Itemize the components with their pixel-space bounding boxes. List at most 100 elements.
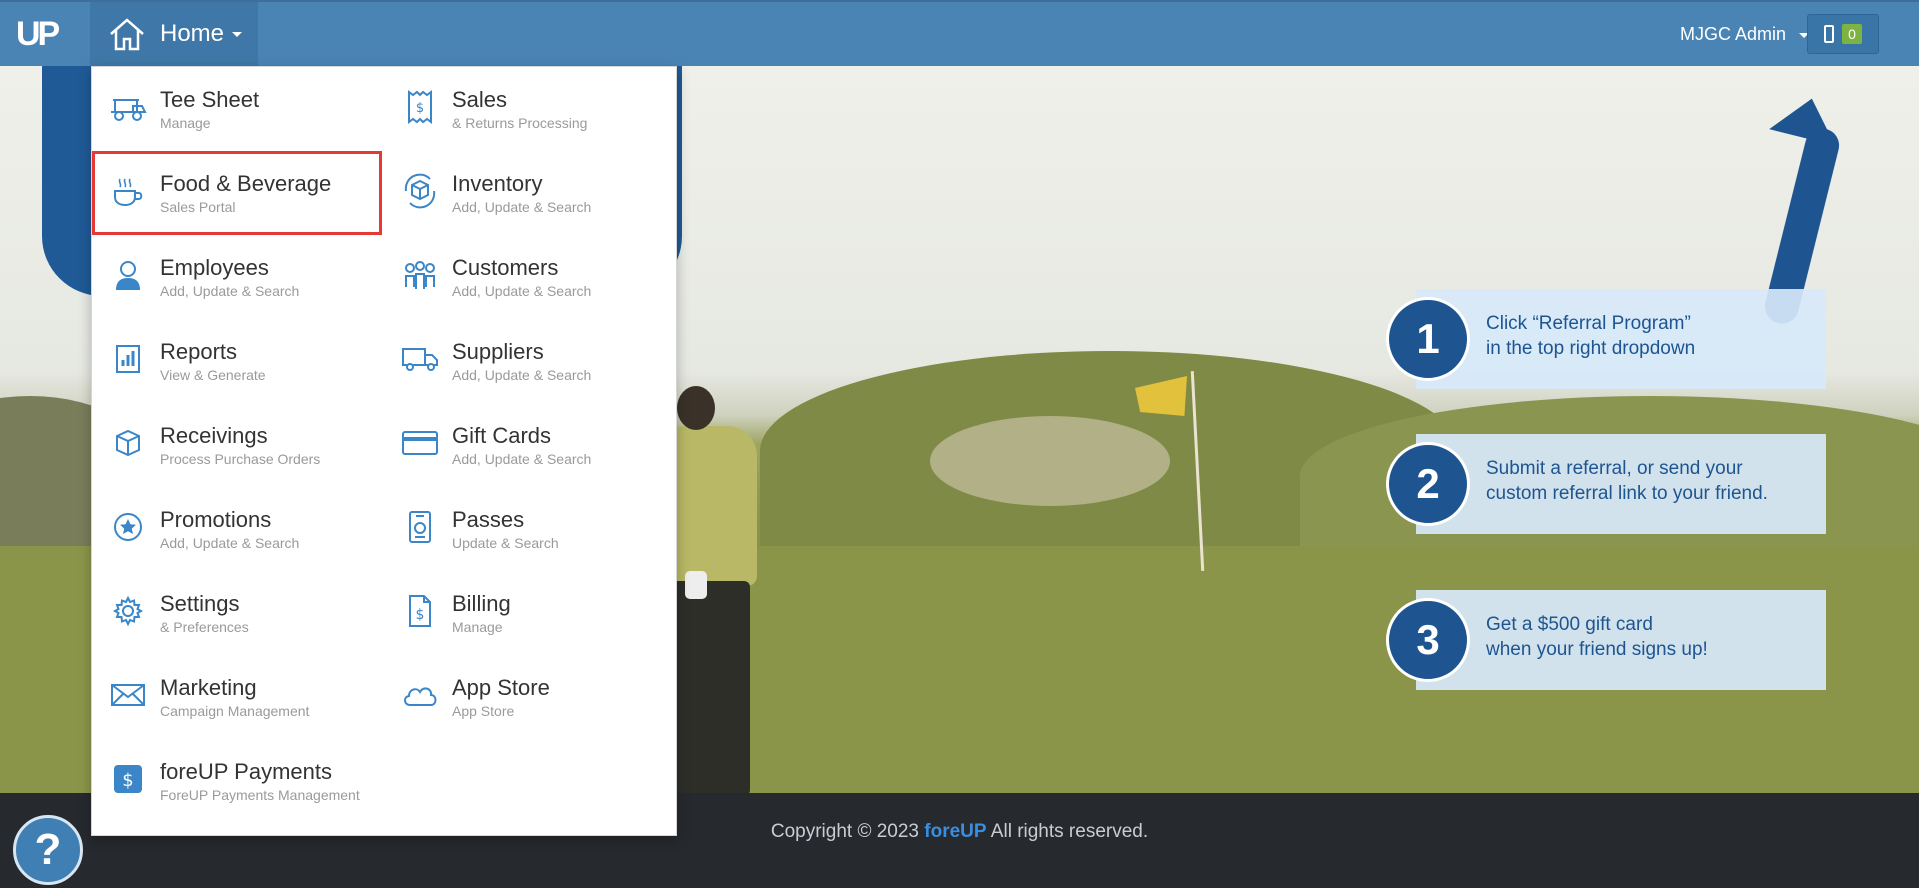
notifications-button[interactable]: 0 bbox=[1807, 14, 1879, 54]
invoice-dollar-icon: $ bbox=[400, 591, 440, 631]
menu-item-employees[interactable]: Employees Add, Update & Search bbox=[92, 235, 382, 319]
copyright-prefix: Copyright © 2023 bbox=[770, 821, 919, 842]
receipt-dollar-icon: $ bbox=[400, 87, 440, 127]
user-menu-button[interactable]: MJGC Admin bbox=[1680, 24, 1809, 45]
credit-card-icon bbox=[400, 423, 440, 463]
menu-item-title: Receivings bbox=[160, 423, 268, 448]
menu-item-title: Passes bbox=[452, 507, 525, 532]
house-icon bbox=[108, 17, 146, 51]
menu-item-sales[interactable]: $ Sales & Returns Processing bbox=[384, 67, 674, 151]
step-line-1: Get a $500 gift card bbox=[1486, 614, 1653, 635]
notification-count-badge: 0 bbox=[1842, 24, 1862, 44]
referral-step-1: 1 Click “Referral Program” in the top rig… bbox=[1386, 289, 1826, 389]
menu-item-food-beverage[interactable]: Food & Beverage Sales Portal bbox=[92, 151, 382, 235]
menu-item-subtitle: Add, Update & Search bbox=[452, 367, 592, 383]
golfer-figure bbox=[665, 386, 775, 793]
mobile-phone-icon bbox=[1824, 25, 1835, 43]
menu-item-title: Employees bbox=[160, 255, 269, 280]
menu-item-title: Marketing bbox=[160, 675, 257, 700]
menu-item-title: Gift Cards bbox=[452, 423, 552, 448]
svg-text:$: $ bbox=[122, 770, 133, 791]
menu-item-subtitle: View & Generate bbox=[160, 367, 266, 383]
step-number: 1 bbox=[1386, 297, 1470, 381]
golf-cart-icon bbox=[108, 87, 148, 127]
pass-id-icon bbox=[400, 507, 440, 547]
chevron-down-icon bbox=[232, 31, 243, 37]
menu-item-subtitle: ForeUP Payments Management bbox=[160, 787, 360, 803]
step-line-1: Click “Referral Program” bbox=[1486, 313, 1691, 334]
report-chart-icon bbox=[108, 339, 148, 379]
cloud-icon bbox=[400, 675, 440, 715]
menu-item-marketing[interactable]: Marketing Campaign Management bbox=[92, 655, 382, 739]
menu-item-receivings[interactable]: Receivings Process Purchase Orders bbox=[92, 403, 382, 487]
sand-bunker bbox=[930, 416, 1170, 506]
step-line-1: Submit a referral, or send your bbox=[1486, 458, 1743, 479]
menu-item-subtitle: & Returns Processing bbox=[452, 115, 588, 131]
menu-item-title: Customers bbox=[452, 255, 559, 280]
menu-item-subtitle: Add, Update & Search bbox=[160, 535, 300, 551]
menu-item-subtitle: Campaign Management bbox=[160, 703, 310, 719]
user-name-label: MJGC Admin bbox=[1679, 24, 1786, 44]
menu-item-subtitle: Add, Update & Search bbox=[452, 451, 592, 467]
employee-icon bbox=[108, 255, 148, 295]
menu-item-foreup-payments[interactable]: $ foreUP Payments ForeUP Payments Managem… bbox=[92, 739, 432, 823]
menu-item-tee-sheet[interactable]: Tee Sheet Manage bbox=[92, 67, 382, 151]
gear-icon bbox=[108, 591, 148, 631]
menu-item-settings[interactable]: Settings & Preferences bbox=[92, 571, 382, 655]
menu-item-title: Sales bbox=[452, 87, 508, 112]
menu-item-app-store[interactable]: App Store App Store bbox=[384, 655, 674, 739]
foreup-logo[interactable]: UP bbox=[16, 16, 68, 52]
referral-step-2: 2 Submit a referral, or send your custom … bbox=[1386, 434, 1826, 534]
dollar-square-icon: $ bbox=[108, 759, 148, 799]
box-refresh-icon bbox=[400, 171, 440, 211]
copyright-suffix: All rights reserved. bbox=[990, 821, 1149, 842]
menu-item-title: Settings bbox=[160, 591, 240, 616]
menu-item-title: Billing bbox=[452, 591, 511, 616]
step-number: 2 bbox=[1386, 442, 1470, 526]
menu-item-subtitle: Sales Portal bbox=[160, 199, 236, 215]
coffee-cup-icon bbox=[108, 171, 148, 211]
svg-text:$: $ bbox=[416, 607, 425, 623]
step-line-2: custom referral link to your friend. bbox=[1486, 483, 1768, 504]
menu-item-title: Tee Sheet bbox=[160, 87, 260, 112]
menu-item-subtitle: App Store bbox=[452, 703, 515, 719]
menu-item-title: Food & Beverage bbox=[160, 171, 332, 196]
truck-icon bbox=[400, 339, 440, 379]
menu-item-suppliers[interactable]: Suppliers Add, Update & Search bbox=[384, 319, 674, 403]
step-line-2: when your friend signs up! bbox=[1486, 639, 1708, 660]
help-button[interactable]: ? bbox=[13, 815, 83, 885]
step-number: 3 bbox=[1386, 598, 1470, 682]
foreup-link[interactable]: foreUP bbox=[924, 821, 986, 842]
menu-item-subtitle: Add, Update & Search bbox=[160, 283, 300, 299]
menu-item-subtitle: Manage bbox=[452, 619, 503, 635]
menu-item-subtitle: Add, Update & Search bbox=[452, 283, 592, 299]
menu-item-title: Inventory bbox=[452, 171, 543, 196]
package-icon bbox=[108, 423, 148, 463]
menu-item-title: Suppliers bbox=[452, 339, 544, 364]
home-menu-label: Home bbox=[160, 20, 225, 47]
step-line-2: in the top right dropdown bbox=[1486, 338, 1696, 359]
people-group-icon bbox=[400, 255, 440, 295]
menu-item-subtitle: Add, Update & Search bbox=[452, 199, 592, 215]
arrow-head-icon bbox=[1769, 90, 1845, 146]
menu-item-inventory[interactable]: Inventory Add, Update & Search bbox=[384, 151, 674, 235]
menu-item-subtitle: & Preferences bbox=[160, 619, 249, 635]
envelope-icon bbox=[108, 675, 148, 715]
menu-item-title: Promotions bbox=[160, 507, 272, 532]
menu-item-passes[interactable]: Passes Update & Search bbox=[384, 487, 674, 571]
menu-item-subtitle: Manage bbox=[160, 115, 211, 131]
home-menu-button[interactable]: Home bbox=[90, 2, 258, 66]
home-dropdown-menu: Tee Sheet Manage $ Sales & Returns Process… bbox=[91, 66, 677, 836]
menu-item-title: Reports bbox=[160, 339, 238, 364]
menu-item-gift-cards[interactable]: Gift Cards Add, Update & Search bbox=[384, 403, 674, 487]
menu-item-promotions[interactable]: Promotions Add, Update & Search bbox=[92, 487, 382, 571]
menu-item-billing[interactable]: $ Billing Manage bbox=[384, 571, 674, 655]
svg-text:$: $ bbox=[416, 101, 424, 116]
top-navbar: UP Home MJGC Admin 0 bbox=[0, 0, 1919, 66]
menu-item-title: foreUP Payments bbox=[160, 759, 333, 784]
menu-item-title: App Store bbox=[452, 675, 550, 700]
star-badge-icon bbox=[108, 507, 148, 547]
menu-item-reports[interactable]: Reports View & Generate bbox=[92, 319, 382, 403]
menu-item-customers[interactable]: Customers Add, Update & Search bbox=[384, 235, 674, 319]
menu-item-subtitle: Process Purchase Orders bbox=[160, 451, 321, 467]
